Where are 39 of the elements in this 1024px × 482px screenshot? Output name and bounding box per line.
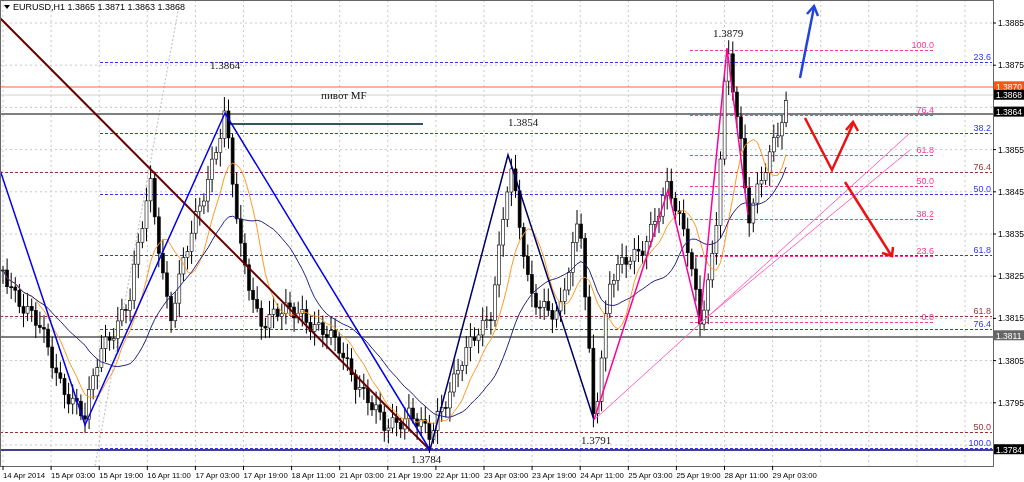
price-tick: 1.3825 <box>998 271 1024 282</box>
dropdown-icon[interactable] <box>4 5 10 9</box>
fibonacci-level-label: 100.0 <box>968 438 991 448</box>
forecast-arrow-icon <box>803 117 860 173</box>
fibonacci-level-label: 50.0 <box>916 176 934 186</box>
fibonacci-level-label: 23.6 <box>916 246 934 256</box>
fibonacci-level-label: 23.6 <box>973 52 991 62</box>
price-tick: 1.3845 <box>998 186 1024 197</box>
price-badge: 1.3784 <box>994 444 1024 455</box>
fibonacci-level-label: 76.4 <box>916 105 934 115</box>
fibonacci-level-label: 61.8 <box>973 306 991 316</box>
fibonacci-level-label: 50.0 <box>973 184 991 194</box>
price-label: 1.3791 <box>581 434 612 446</box>
price-tick: 1.3815 <box>998 313 1024 324</box>
chart-title: EURUSD,H1 1.3865 1.3871 1.3863 1.3868 <box>13 2 186 12</box>
price-badge: 1.3811 <box>994 330 1024 341</box>
price-tick: 1.3855 <box>998 144 1024 155</box>
fibonacci-level-label: 61.8 <box>973 245 991 255</box>
fibonacci-level-label: 76.4 <box>973 162 991 172</box>
fibonacci-level-label: 100.0 <box>911 40 934 50</box>
price-label: 1.3784 <box>411 453 442 465</box>
price-label: 1.3864 <box>210 59 241 71</box>
fibonacci-level-label: 50.0 <box>973 422 991 432</box>
price-label: 1.3854 <box>508 116 539 128</box>
price-tick: 1.3875 <box>998 60 1024 71</box>
fibonacci-level-label: 61.8 <box>916 145 934 155</box>
price-label: пивот MF <box>321 89 367 101</box>
price-tick: 1.3885 <box>998 18 1024 28</box>
price-label: 1.3879 <box>713 27 744 39</box>
forecast-arrow-icon <box>798 3 820 79</box>
price-tick: 1.3795 <box>998 397 1024 408</box>
fibonacci-level-label: 38.2 <box>973 123 991 133</box>
forecast-arrow-icon <box>843 181 895 258</box>
price-badge: 1.3868 <box>994 89 1024 101</box>
fibonacci-level-label: 38.2 <box>916 209 934 219</box>
fibonacci-level-label: 76.4 <box>973 319 991 329</box>
price-tick: 1.3805 <box>998 355 1024 366</box>
price-badge: 1.3864 <box>994 106 1024 118</box>
price-tick: 1.3835 <box>998 229 1024 239</box>
